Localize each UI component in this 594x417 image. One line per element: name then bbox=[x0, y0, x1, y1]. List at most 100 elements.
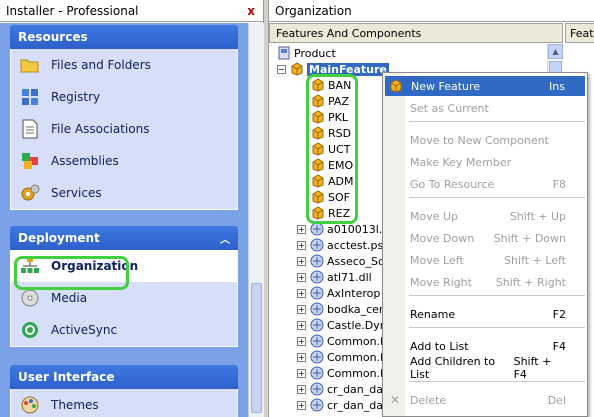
component-icon bbox=[310, 350, 324, 364]
menu-item-label: Move Up bbox=[410, 209, 459, 223]
item-registry[interactable]: Registry bbox=[11, 81, 237, 113]
menu-item-delete[interactable]: ✕ Delete Del bbox=[384, 390, 586, 410]
media-icon bbox=[19, 287, 41, 309]
menu-separator bbox=[409, 121, 585, 122]
menu-separator bbox=[409, 197, 585, 198]
expand-icon[interactable]: + bbox=[297, 384, 306, 394]
menu-item-label: Move Left bbox=[410, 253, 464, 267]
component-label: cr_dan_da bbox=[327, 382, 383, 396]
menu-item-move-right[interactable]: Move Right Shift + Right bbox=[384, 272, 586, 292]
expand-icon[interactable]: + bbox=[297, 352, 306, 362]
menu-separator bbox=[409, 381, 585, 382]
tree-node-component[interactable]: + acctest.ps bbox=[297, 237, 383, 253]
component-icon bbox=[310, 382, 324, 396]
menu-item-move-left[interactable]: Move Left Shift + Left bbox=[384, 250, 586, 270]
menu-item-shortcut: Ins bbox=[549, 79, 565, 93]
menu-separator bbox=[409, 295, 585, 296]
menu-item-shortcut: Shift + F4 bbox=[513, 355, 552, 381]
expand-icon[interactable]: + bbox=[297, 240, 306, 250]
menu-item-move-up[interactable]: Move Up Shift + Up bbox=[384, 206, 586, 226]
expand-icon[interactable]: + bbox=[297, 272, 306, 282]
menu-item-add-to-list[interactable]: Add to List F4 bbox=[384, 336, 586, 356]
menu-item-rename[interactable]: Rename F2 bbox=[384, 304, 586, 324]
collapse-chevron-icon[interactable]: ︿ bbox=[220, 231, 230, 246]
tree-node-component[interactable]: + cr_dan_da bbox=[297, 397, 383, 413]
tree-node-component[interactable]: + Castle.Dyn bbox=[297, 317, 387, 333]
expand-icon[interactable]: + bbox=[297, 288, 306, 298]
tree-node-component[interactable]: + Asseco_Sc bbox=[297, 253, 384, 269]
left-scrollbar[interactable] bbox=[248, 23, 264, 417]
expand-icon[interactable]: + bbox=[297, 256, 306, 266]
features-highlight bbox=[306, 74, 358, 224]
component-icon bbox=[310, 222, 324, 236]
menu-item-label: Rename bbox=[410, 307, 456, 321]
component-label: a010013l.a bbox=[327, 222, 390, 236]
menu-item-move-to-new-component[interactable]: Move to New Component bbox=[384, 130, 586, 150]
menu-item-make-key-member[interactable]: Make Key Member bbox=[384, 152, 586, 172]
component-icon bbox=[310, 334, 324, 348]
services-icon bbox=[19, 182, 41, 204]
component-icon bbox=[310, 318, 324, 332]
collapse-icon[interactable]: − bbox=[277, 64, 286, 74]
tree-node-component[interactable]: + Common.L bbox=[297, 365, 386, 381]
item-files-and-folders[interactable]: Files and Folders bbox=[11, 49, 237, 81]
component-label: Castle.Dyn bbox=[327, 318, 387, 332]
menu-item-label: Add to List bbox=[410, 339, 469, 353]
user-interface-header[interactable]: User Interface bbox=[10, 365, 238, 389]
close-icon[interactable]: x bbox=[247, 4, 255, 18]
expand-icon[interactable]: + bbox=[297, 224, 306, 234]
component-icon bbox=[310, 366, 324, 380]
context-menu: New Feature Ins Set as Current Move to New … bbox=[382, 72, 588, 417]
menu-item-new-feature[interactable]: New Feature Ins bbox=[385, 76, 585, 96]
scroll-thumb[interactable] bbox=[251, 283, 262, 413]
menu-item-add-children-to-list[interactable]: Add Children to List Shift + F4 bbox=[384, 355, 586, 381]
organization-highlight bbox=[14, 256, 129, 290]
menu-item-shortcut: Del bbox=[547, 393, 566, 407]
component-icon bbox=[310, 254, 324, 268]
file-association-icon bbox=[19, 118, 41, 140]
themes-icon bbox=[19, 394, 41, 416]
menu-item-label: Move Down bbox=[410, 231, 475, 245]
tree-node-product[interactable]: Product bbox=[277, 45, 336, 61]
expand-icon[interactable]: + bbox=[297, 368, 306, 378]
tree-node-component[interactable]: + atl71.dll bbox=[297, 269, 372, 285]
component-label: Common.L bbox=[327, 350, 387, 364]
panel-title-bar: Installer - Professional x bbox=[0, 0, 263, 22]
task-pane: Resources Files and Folders Registry Fil… bbox=[0, 23, 248, 417]
expand-icon[interactable]: + bbox=[297, 400, 306, 410]
menu-item-label: New Feature bbox=[411, 79, 481, 93]
item-themes[interactable]: Themes bbox=[11, 389, 237, 417]
item-assemblies[interactable]: Assemblies bbox=[11, 145, 237, 177]
menu-item-move-down[interactable]: Move Down Shift + Down bbox=[384, 228, 586, 248]
expand-icon[interactable]: + bbox=[297, 320, 306, 330]
menu-item-go-to-resource[interactable]: Go To Resource F8 bbox=[384, 174, 586, 194]
features-column-header-2[interactable]: Featu bbox=[565, 23, 594, 43]
folder-icon bbox=[19, 54, 41, 76]
component-label: atl71.dll bbox=[327, 270, 372, 284]
menu-item-set-as-current[interactable]: Set as Current bbox=[384, 98, 586, 118]
menu-item-label: Make Key Member bbox=[410, 155, 512, 169]
item-activesync[interactable]: ActiveSync bbox=[11, 314, 237, 346]
resources-header[interactable]: Resources bbox=[10, 25, 238, 49]
component-label: Asseco_Sc bbox=[327, 254, 385, 268]
tree-node-component[interactable]: + bodka_cer bbox=[297, 301, 383, 317]
item-services[interactable]: Services bbox=[11, 177, 237, 209]
tree-node-component[interactable]: + AxInterop bbox=[297, 285, 380, 301]
menu-item-shortcut: Shift + Left bbox=[504, 253, 566, 267]
component-icon bbox=[310, 270, 324, 284]
new-feature-icon bbox=[389, 79, 403, 93]
expand-icon[interactable]: + bbox=[297, 336, 306, 346]
deployment-header[interactable]: Deployment ︿ bbox=[10, 226, 238, 250]
menu-item-shortcut: F4 bbox=[552, 339, 566, 353]
tree-node-component[interactable]: + Common.L bbox=[297, 333, 386, 349]
tree-node-component[interactable]: + cr_dan_da bbox=[297, 381, 383, 397]
item-file-associations[interactable]: File Associations bbox=[11, 113, 237, 145]
expand-icon[interactable]: + bbox=[297, 304, 306, 314]
menu-item-shortcut: F8 bbox=[552, 177, 566, 191]
delete-icon: ✕ bbox=[389, 393, 401, 407]
tree-node-component[interactable]: + Common.L bbox=[297, 349, 386, 365]
features-column-header[interactable]: Features And Components bbox=[269, 23, 563, 43]
installer-panel: Installer - Professional x Resources Fil… bbox=[0, 0, 264, 417]
scroll-up-icon[interactable]: ▲ bbox=[548, 44, 563, 59]
menu-item-label: Move Right bbox=[410, 275, 472, 289]
